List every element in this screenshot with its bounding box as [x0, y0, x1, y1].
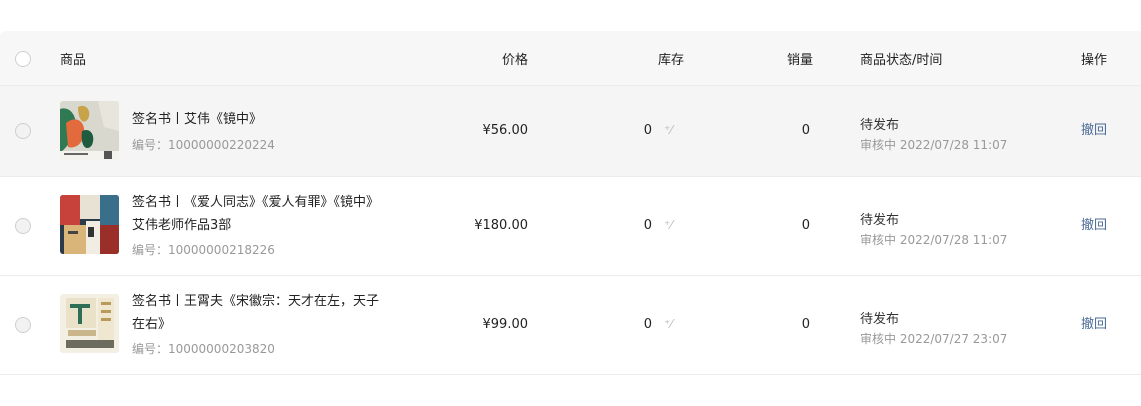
withdraw-button[interactable]: 撤回 [1081, 313, 1107, 332]
header-stock: 库存 [657, 53, 684, 68]
product-price: ¥56.00 [482, 123, 529, 138]
product-status: 待发布 [860, 118, 900, 133]
header-product: 商品 [60, 53, 87, 68]
withdraw-button[interactable]: 撤回 [1081, 119, 1107, 138]
header-price: 价格 [501, 53, 528, 68]
edit-stock-icon[interactable]: ⁺⁄ [664, 218, 672, 232]
row-select-radio[interactable] [15, 317, 31, 333]
header-status-time: 商品状态/时间 [860, 53, 943, 68]
row-select-radio[interactable] [15, 218, 31, 234]
product-stock: 0 [643, 123, 652, 138]
product-review-time: 审核中 2022/07/27 23:07 [860, 332, 1008, 346]
table-row: 签名书丨王霄夫《宋徽宗：天才在左，天子在右》 编号：10000000203820… [0, 276, 1141, 375]
table-row: 签名书丨艾伟《镜中》 编号：10000000220224 ¥56.00 0 ⁺⁄… [0, 86, 1141, 177]
product-status: 待发布 [860, 213, 900, 228]
product-title[interactable]: 签名书丨《爱人同志》《爱人有罪》《镜中》艾伟老师作品3部 [132, 191, 382, 237]
product-cover-image[interactable] [60, 195, 119, 254]
header-ops: 操作 [1081, 53, 1108, 68]
product-review-time: 审核中 2022/07/28 11:07 [860, 138, 1008, 152]
withdraw-button[interactable]: 撤回 [1081, 214, 1107, 233]
product-sales: 0 [801, 218, 810, 233]
edit-stock-icon[interactable]: ⁺⁄ [664, 123, 672, 137]
header-sales: 销量 [786, 53, 813, 68]
table-row: 签名书丨《爱人同志》《爱人有罪》《镜中》艾伟老师作品3部 编号：10000000… [0, 177, 1141, 276]
product-code: 编号：10000000220224 [132, 138, 275, 152]
product-code: 编号：10000000203820 [132, 342, 275, 356]
product-cover-image[interactable] [60, 101, 119, 160]
product-title[interactable]: 签名书丨艾伟《镜中》 [132, 108, 382, 131]
edit-stock-icon[interactable]: ⁺⁄ [664, 317, 672, 331]
table-header: 商品 价格 库存 销量 商品状态/时间 操作 [0, 31, 1141, 86]
product-sales: 0 [801, 123, 810, 138]
product-stock: 0 [643, 317, 652, 332]
select-all-radio[interactable] [15, 51, 31, 67]
product-code: 编号：10000000218226 [132, 243, 275, 257]
product-status: 待发布 [860, 312, 900, 327]
product-title[interactable]: 签名书丨王霄夫《宋徽宗：天才在左，天子在右》 [132, 290, 382, 336]
product-price: ¥180.00 [474, 218, 528, 233]
product-review-time: 审核中 2022/07/28 11:07 [860, 233, 1008, 247]
product-stock: 0 [643, 218, 652, 233]
product-sales: 0 [801, 317, 810, 332]
product-cover-image[interactable] [60, 294, 119, 353]
row-select-radio[interactable] [15, 123, 31, 139]
product-price: ¥99.00 [482, 317, 529, 332]
